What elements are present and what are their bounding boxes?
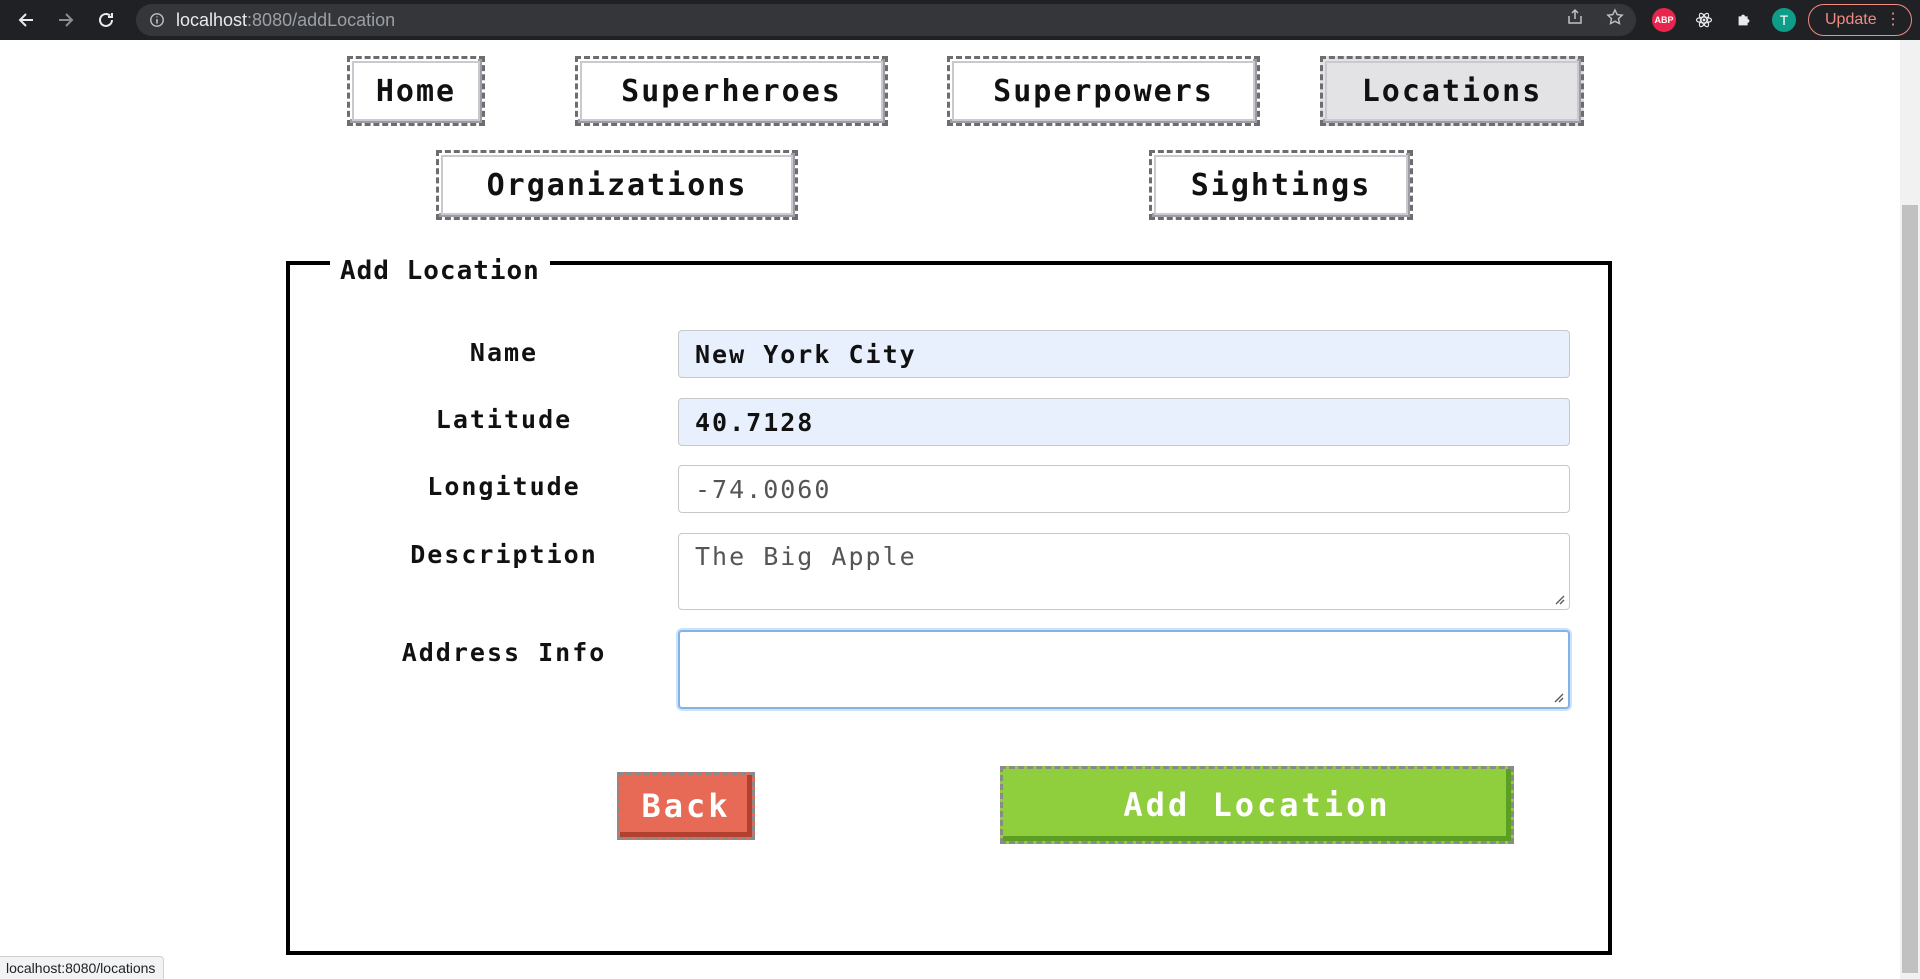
reload-icon[interactable] <box>92 6 120 34</box>
name-input[interactable]: New York City <box>678 330 1570 378</box>
update-button[interactable]: Update ⋮ <box>1808 4 1912 36</box>
form-legend: Add Location <box>330 256 550 286</box>
react-devtools-icon[interactable] <box>1692 8 1716 32</box>
address-info-textarea[interactable] <box>678 630 1570 709</box>
description-value: The Big Apple <box>695 542 917 571</box>
forward-arrow-icon[interactable] <box>52 6 80 34</box>
link-status-bar: localhost:8080/locations <box>0 956 165 979</box>
nav-superpowers-button[interactable]: Superpowers <box>947 56 1260 126</box>
page-scrollbar[interactable] <box>1900 40 1920 979</box>
scrollbar-thumb[interactable] <box>1902 205 1918 973</box>
nav-home-button[interactable]: Home <box>347 56 485 126</box>
profile-avatar[interactable]: T <box>1772 8 1796 32</box>
longitude-input[interactable]: -74.0060 <box>678 465 1570 513</box>
description-textarea[interactable]: The Big Apple <box>678 533 1570 610</box>
name-label: Name <box>469 338 539 367</box>
latitude-input[interactable]: 40.7128 <box>678 398 1570 446</box>
nav-superheroes-button[interactable]: Superheroes <box>575 56 888 126</box>
adblock-extension-icon[interactable]: ABP <box>1652 8 1676 32</box>
nav-locations-button[interactable]: Locations <box>1320 56 1584 126</box>
resize-grip-icon[interactable] <box>1552 691 1564 703</box>
nav-organizations-button[interactable]: Organizations <box>436 150 798 220</box>
latitude-value: 40.7128 <box>695 407 815 437</box>
update-label: Update <box>1825 11 1877 28</box>
add-location-submit-button[interactable]: Add Location <box>1000 766 1514 844</box>
nav-sightings-button[interactable]: Sightings <box>1149 150 1413 220</box>
address-info-label: Address Info <box>401 638 607 667</box>
bookmark-star-icon[interactable] <box>1606 8 1624 26</box>
info-icon[interactable] <box>148 11 166 29</box>
browser-toolbar: localhost:8080/addLocation ABP T Update … <box>0 0 1920 40</box>
longitude-value: -74.0060 <box>695 474 832 504</box>
back-arrow-icon[interactable] <box>12 6 40 34</box>
name-value: New York City <box>695 339 917 369</box>
address-bar[interactable]: localhost:8080/addLocation <box>136 4 1636 36</box>
more-menu-icon[interactable]: ⋮ <box>1885 10 1901 30</box>
description-label: Description <box>410 540 598 569</box>
extensions-puzzle-icon[interactable] <box>1732 8 1756 32</box>
longitude-label: Longitude <box>427 472 581 501</box>
url-text: localhost:8080/addLocation <box>176 9 396 30</box>
latitude-label: Latitude <box>435 405 573 434</box>
back-button[interactable]: Back <box>617 772 755 840</box>
resize-grip-icon[interactable] <box>1553 593 1565 605</box>
share-icon[interactable] <box>1566 8 1584 26</box>
